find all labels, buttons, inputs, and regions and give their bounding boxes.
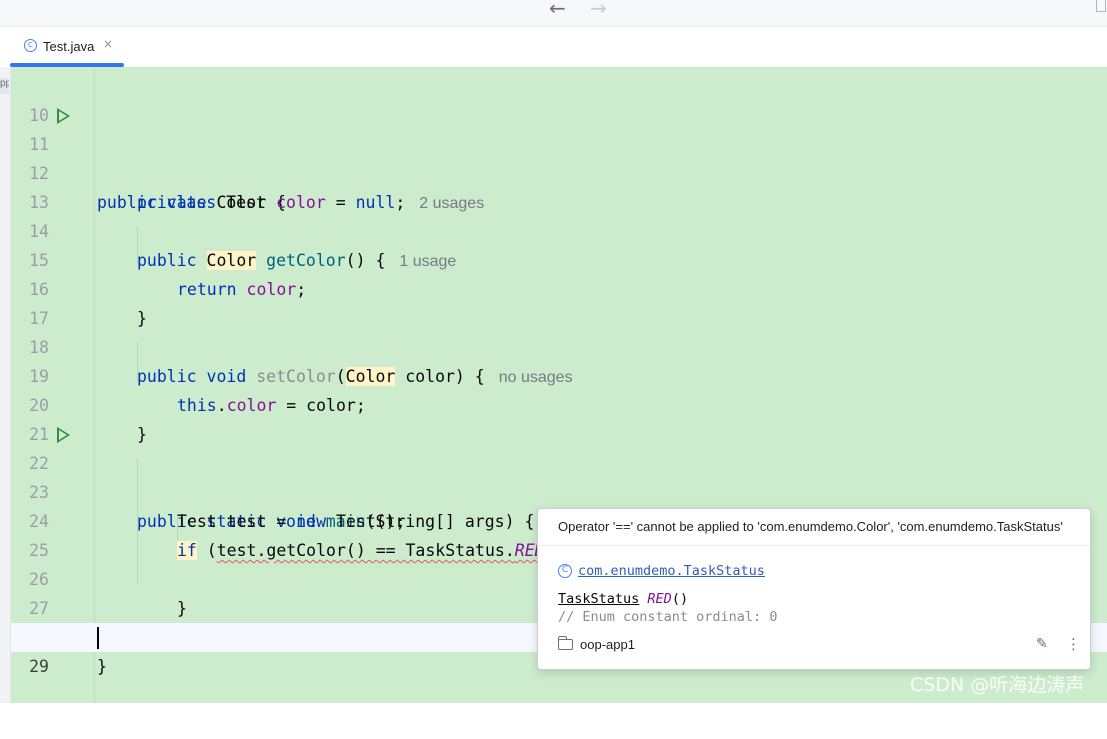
code-line: 23 Test test = new Test();	[11, 449, 1107, 531]
code-line: 21	[11, 391, 1107, 444]
arrow-left-icon[interactable]: ←	[549, 0, 566, 20]
code-line: 11 public class Test {	[11, 101, 1107, 212]
arrow-right-icon[interactable]: →	[590, 0, 607, 20]
run-icon[interactable]	[57, 108, 70, 124]
code-line: 24 if (test.getColor() == TaskStatus.RED…	[11, 478, 1107, 560]
code-text: }	[97, 657, 107, 676]
code-line: 14 public Color getColor() {1 usage	[11, 188, 1107, 270]
top-toolbar: ← →	[0, 0, 1107, 27]
tab-label: Test.java	[43, 39, 95, 54]
watermark: CSDN @听海边涛声	[910, 674, 1085, 696]
code-line: 20 }	[11, 362, 1107, 444]
project-panel-tab[interactable]: pp	[0, 78, 9, 94]
error-tooltip-popup[interactable]: Operator '==' cannot be applied to 'com.…	[537, 508, 1091, 670]
run-icon[interactable]	[57, 427, 70, 443]
panel-icon[interactable]	[1096, 0, 1106, 12]
java-class-icon: C	[24, 39, 37, 52]
close-icon[interactable]: ×	[103, 37, 113, 51]
code-line: 12 private Color color = null; 2 usages	[11, 130, 1107, 212]
module-name: oop-app1	[580, 637, 635, 652]
module-folder-icon	[558, 636, 573, 650]
enum-class-icon: C	[558, 564, 572, 578]
more-vertical-icon[interactable]: ⋮	[1066, 635, 1081, 653]
error-message: Operator '==' cannot be applied to 'com.…	[538, 509, 1090, 546]
signature-constant: RED	[647, 591, 672, 607]
tab-test-java[interactable]: C Test.java ×	[10, 27, 124, 67]
code-line: 17	[11, 275, 1107, 328]
signature-tail: ()	[671, 591, 689, 607]
ordinal-comment: // Enum constant ordinal: 0	[558, 609, 778, 625]
text-caret	[97, 627, 99, 649]
code-line: 16 }	[11, 246, 1107, 328]
code-line: 19 this.color = color;	[11, 333, 1107, 415]
class-link[interactable]: com.enumdemo.TaskStatus	[578, 563, 765, 579]
pencil-icon[interactable]: ✎	[1036, 636, 1048, 652]
editor-tab-bar: C Test.java ×	[0, 27, 1107, 68]
left-tool-strip	[0, 67, 11, 703]
line-number: 29	[29, 657, 49, 676]
code-line: 10	[11, 72, 1107, 125]
code-line: 15 return color;	[11, 217, 1107, 299]
constant-signature: TaskStatus RED()	[558, 591, 688, 607]
signature-type[interactable]: TaskStatus	[558, 591, 639, 607]
code-line: 22 public static void main(String[] args…	[11, 420, 1107, 531]
code-line: 18 public void setColor(Color color) {no…	[11, 304, 1107, 386]
code-line: 13	[11, 159, 1107, 212]
